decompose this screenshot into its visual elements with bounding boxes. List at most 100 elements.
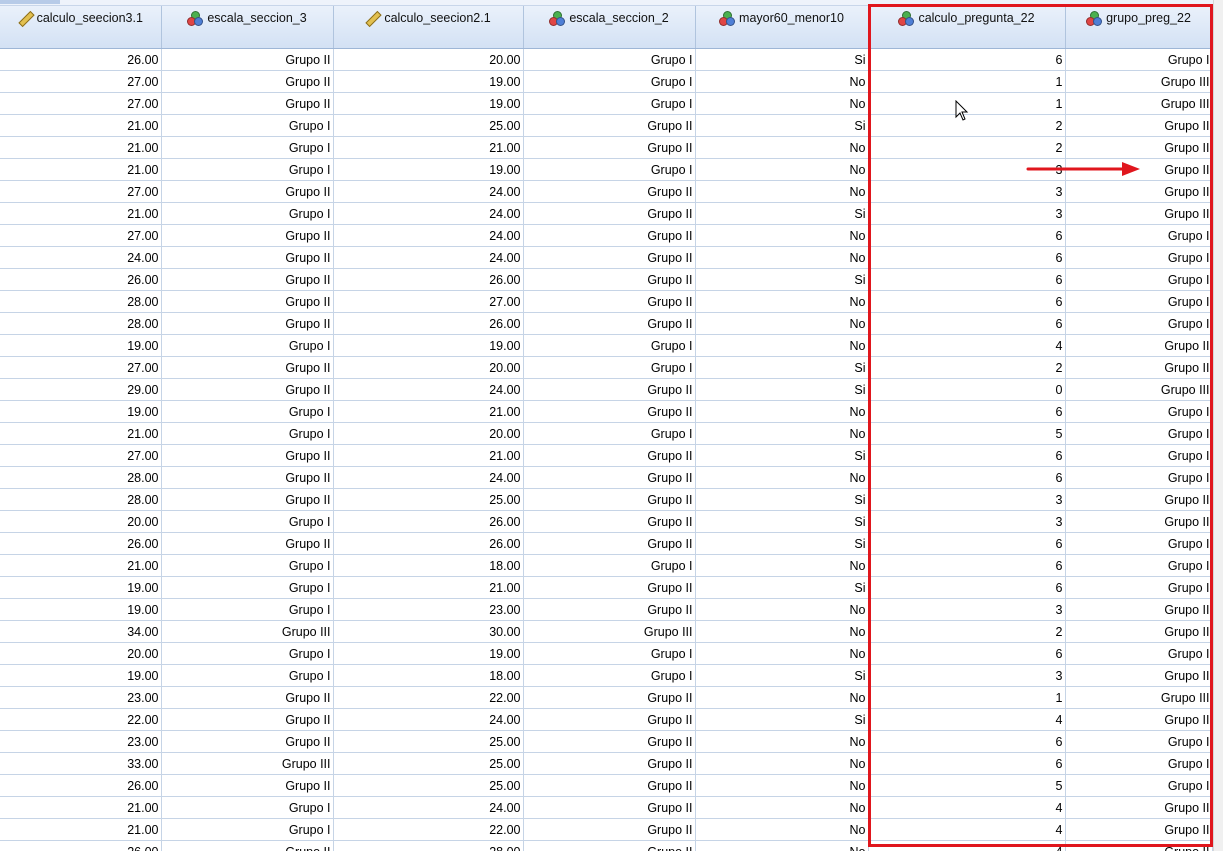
- table-cell[interactable]: 24.00: [333, 224, 524, 247]
- table-cell[interactable]: Grupo I: [161, 334, 334, 357]
- table-cell[interactable]: 26.00: [0, 532, 162, 555]
- table-cell[interactable]: No: [695, 422, 869, 445]
- table-cell[interactable]: No: [695, 642, 869, 665]
- table-cell[interactable]: Grupo I: [1065, 554, 1213, 577]
- table-cell[interactable]: Grupo II: [161, 92, 334, 115]
- table-cell[interactable]: 23.00: [0, 686, 162, 709]
- vertical-scrollbar[interactable]: [1213, 0, 1223, 851]
- table-cell[interactable]: 21.00: [0, 422, 162, 445]
- table-cell[interactable]: 21.00: [0, 554, 162, 577]
- table-cell[interactable]: Grupo I: [523, 642, 696, 665]
- table-cell[interactable]: Grupo II: [161, 730, 334, 753]
- table-cell[interactable]: No: [695, 290, 869, 313]
- table-cell[interactable]: 28.00: [0, 290, 162, 313]
- table-cell[interactable]: 2: [868, 114, 1066, 137]
- table-cell[interactable]: Grupo I: [1065, 268, 1213, 291]
- table-cell[interactable]: 21.00: [333, 444, 524, 467]
- table-cell[interactable]: Grupo II: [523, 752, 696, 775]
- table-cell[interactable]: 26.00: [333, 532, 524, 555]
- table-cell[interactable]: 4: [868, 334, 1066, 357]
- table-cell[interactable]: 26.00: [333, 510, 524, 533]
- table-cell[interactable]: Grupo II: [161, 356, 334, 379]
- table-cell[interactable]: No: [695, 136, 869, 159]
- table-cell[interactable]: Grupo II: [523, 114, 696, 137]
- table-cell[interactable]: Si: [695, 356, 869, 379]
- table-cell[interactable]: 21.00: [333, 136, 524, 159]
- column-header-1[interactable]: calculo_seecion3.1: [0, 6, 162, 49]
- table-cell[interactable]: Grupo I: [523, 92, 696, 115]
- table-cell[interactable]: Grupo I: [1065, 422, 1213, 445]
- table-cell[interactable]: Grupo II: [523, 686, 696, 709]
- table-cell[interactable]: Grupo II: [161, 466, 334, 489]
- table-cell[interactable]: Grupo I: [1065, 642, 1213, 665]
- table-cell[interactable]: 26.00: [0, 774, 162, 797]
- table-cell[interactable]: 19.00: [0, 576, 162, 599]
- table-cell[interactable]: 24.00: [333, 180, 524, 203]
- table-cell[interactable]: Grupo II: [523, 598, 696, 621]
- table-cell[interactable]: No: [695, 70, 869, 93]
- table-cell[interactable]: 26.00: [0, 48, 162, 71]
- table-cell[interactable]: Grupo I: [161, 598, 334, 621]
- table-cell[interactable]: 21.00: [0, 202, 162, 225]
- table-cell[interactable]: 21.00: [0, 818, 162, 841]
- table-cell[interactable]: 25.00: [333, 488, 524, 511]
- column-header-4[interactable]: escala_seccion_2: [523, 6, 696, 49]
- table-cell[interactable]: 28.00: [0, 466, 162, 489]
- table-cell[interactable]: Grupo I: [1065, 224, 1213, 247]
- table-cell[interactable]: Grupo I: [1065, 246, 1213, 269]
- table-cell[interactable]: 19.00: [333, 70, 524, 93]
- table-cell[interactable]: Grupo I: [523, 48, 696, 71]
- table-cell[interactable]: Grupo II: [1065, 664, 1213, 687]
- table-cell[interactable]: Grupo I: [1065, 774, 1213, 797]
- table-cell[interactable]: 24.00: [333, 202, 524, 225]
- table-cell[interactable]: Grupo II: [1065, 202, 1213, 225]
- table-cell[interactable]: 3: [868, 510, 1066, 533]
- table-cell[interactable]: 26.00: [333, 268, 524, 291]
- table-cell[interactable]: 3: [868, 158, 1066, 181]
- table-cell[interactable]: 24.00: [333, 246, 524, 269]
- table-cell[interactable]: Grupo II: [1065, 840, 1213, 851]
- table-cell[interactable]: 6: [868, 642, 1066, 665]
- column-header-5[interactable]: mayor60_menor10: [695, 6, 869, 49]
- table-cell[interactable]: Grupo II: [523, 796, 696, 819]
- table-cell[interactable]: Grupo I: [161, 510, 334, 533]
- table-cell[interactable]: Grupo II: [161, 70, 334, 93]
- table-cell[interactable]: 6: [868, 246, 1066, 269]
- table-cell[interactable]: 6: [868, 400, 1066, 423]
- table-cell[interactable]: 20.00: [333, 356, 524, 379]
- table-cell[interactable]: 6: [868, 290, 1066, 313]
- table-cell[interactable]: Grupo II: [1065, 158, 1213, 181]
- table-cell[interactable]: 18.00: [333, 664, 524, 687]
- table-cell[interactable]: 20.00: [333, 48, 524, 71]
- table-cell[interactable]: 25.00: [333, 730, 524, 753]
- table-cell[interactable]: Grupo III: [161, 752, 334, 775]
- table-cell[interactable]: Grupo II: [1065, 598, 1213, 621]
- table-cell[interactable]: 19.00: [333, 334, 524, 357]
- table-cell[interactable]: Grupo II: [1065, 510, 1213, 533]
- table-cell[interactable]: 6: [868, 312, 1066, 335]
- table-cell[interactable]: No: [695, 92, 869, 115]
- table-cell[interactable]: Si: [695, 488, 869, 511]
- table-cell[interactable]: Grupo II: [161, 532, 334, 555]
- table-cell[interactable]: 19.00: [0, 334, 162, 357]
- table-cell[interactable]: No: [695, 400, 869, 423]
- table-cell[interactable]: Grupo I: [523, 70, 696, 93]
- table-cell[interactable]: 21.00: [0, 796, 162, 819]
- table-cell[interactable]: Grupo I: [161, 554, 334, 577]
- table-cell[interactable]: Grupo II: [523, 246, 696, 269]
- table-cell[interactable]: 19.00: [0, 598, 162, 621]
- table-cell[interactable]: Grupo II: [523, 180, 696, 203]
- column-header-2[interactable]: escala_seccion_3: [161, 6, 334, 49]
- table-cell[interactable]: 0: [868, 378, 1066, 401]
- table-cell[interactable]: Grupo II: [161, 268, 334, 291]
- column-header-7[interactable]: grupo_preg_22: [1065, 6, 1213, 49]
- table-cell[interactable]: Grupo II: [161, 224, 334, 247]
- table-cell[interactable]: 2: [868, 620, 1066, 643]
- table-cell[interactable]: Grupo II: [523, 136, 696, 159]
- table-cell[interactable]: Grupo III: [161, 620, 334, 643]
- table-cell[interactable]: 27.00: [0, 180, 162, 203]
- table-cell[interactable]: Si: [695, 444, 869, 467]
- table-cell[interactable]: Grupo II: [523, 488, 696, 511]
- table-cell[interactable]: Grupo III: [1065, 378, 1213, 401]
- table-cell[interactable]: 6: [868, 532, 1066, 555]
